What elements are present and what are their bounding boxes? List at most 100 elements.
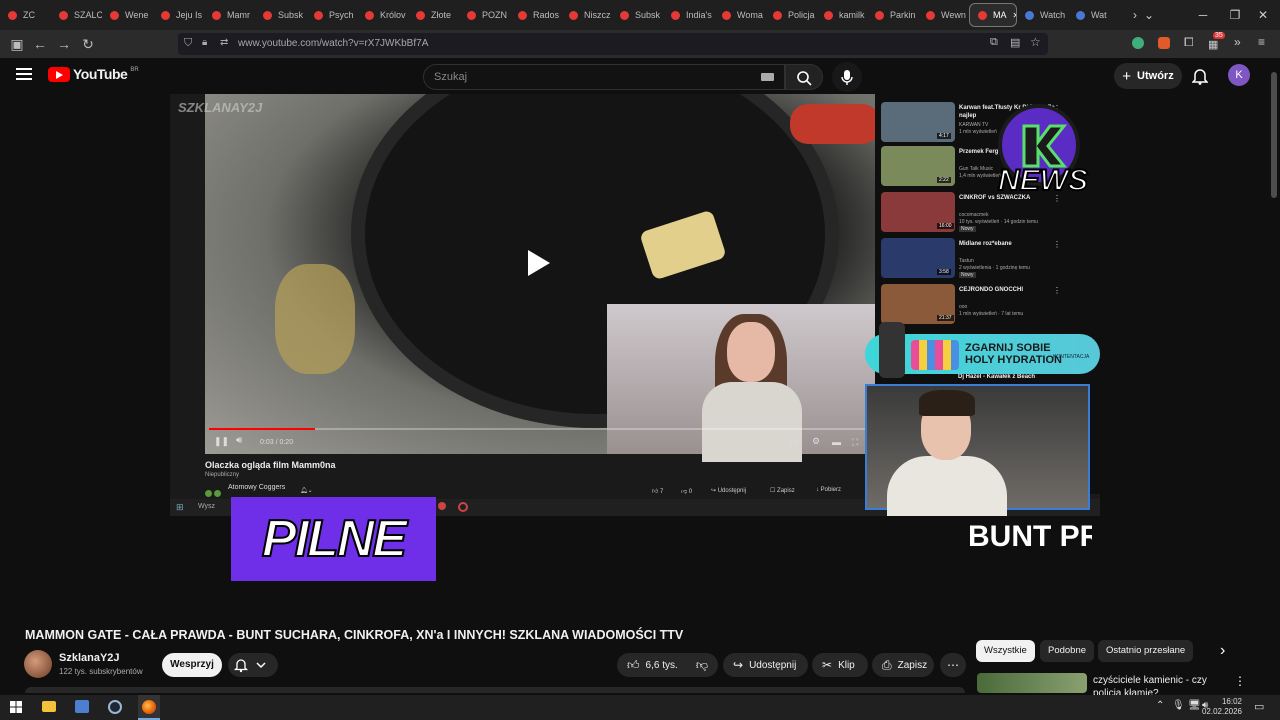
browser-tab[interactable]: Złote [408, 0, 459, 30]
support-button[interactable]: Wesprzyj [162, 653, 222, 677]
steam-icon[interactable] [108, 700, 122, 714]
video-player[interactable]: SZKLANAY2J ❚❚ 🔊︎ 0:03 / 0:20 ▭ ⚙ ▬ ⛶ Ola… [170, 94, 1100, 516]
recommendation-menu-icon[interactable]: ⋮ [1234, 674, 1246, 688]
sidebar-toggle-icon[interactable]: ▣ [8, 35, 26, 53]
back-button[interactable]: ← [31, 35, 49, 53]
overflow-chevron-icon[interactable]: » [1234, 35, 1241, 49]
browser-tab[interactable]: Królov [357, 0, 408, 30]
play-icon[interactable] [528, 250, 550, 276]
browser-tab[interactable]: Watch [1017, 0, 1068, 30]
browser-tab[interactable]: ZC [0, 0, 51, 30]
pause-icon[interactable]: ❚❚ [214, 436, 229, 447]
clock-date: 02.02.2026 [1201, 707, 1242, 716]
app-menu-icon[interactable]: ≡ [1258, 35, 1265, 49]
browser-tab[interactable]: Wewn [918, 0, 969, 30]
settings-gear-icon[interactable]: ⚙ [812, 436, 820, 447]
address-bar[interactable]: ⛉ 🔒︎ ⇄ www.youtube.com/watch?v=rX7JWKbBf… [178, 33, 1048, 55]
subtitles-icon[interactable]: ▭ [790, 437, 799, 448]
browser-tab[interactable]: Mamr [204, 0, 255, 30]
network-icon[interactable]: 🖥︎ [1188, 700, 1201, 711]
browser-tab-label: Psych [329, 10, 354, 20]
notifications-bell-icon[interactable] [1192, 67, 1208, 85]
extension-shield-icon[interactable] [1132, 37, 1144, 49]
save-button[interactable]: ⎙ Zapisz [872, 653, 934, 677]
share-button[interactable]: ↪ Udostępnij [723, 653, 808, 677]
dislike-button[interactable]: 👎︎ [686, 653, 718, 677]
firefox-icon [142, 700, 156, 714]
filter-chip[interactable]: Podobne [1040, 640, 1095, 662]
lock-icon[interactable]: 🔒︎ [202, 37, 207, 48]
notification-center-icon[interactable]: ▭ [1254, 700, 1264, 713]
time-display: 0:03 / 0:20 [260, 439, 294, 446]
browser-tab[interactable]: Woma [714, 0, 765, 30]
inner-rec-menu-icon: ⋮ [1053, 240, 1061, 249]
close-window-button[interactable]: ✕ [1246, 0, 1280, 30]
browser-tab[interactable]: Psych [306, 0, 357, 30]
browser-tab[interactable]: Wat [1068, 0, 1119, 30]
recommendation-thumbnail[interactable] [977, 673, 1087, 693]
microphone-tray-icon[interactable]: 🎙︎ [1172, 700, 1185, 711]
youtube-icon [773, 10, 782, 20]
extension-badge-icon[interactable]: ▦ 35 [1208, 32, 1225, 51]
clip-button[interactable]: ✂ Klip [812, 653, 868, 677]
share-label: Udostępnij [749, 659, 797, 671]
channel-avatar[interactable] [24, 650, 52, 678]
bookmark-star-icon[interactable]: ☆ [1030, 35, 1041, 49]
forward-button[interactable]: → [55, 35, 73, 53]
hamburger-menu-icon[interactable] [16, 68, 32, 80]
keyboard-icon[interactable] [761, 73, 774, 81]
chips-next-icon[interactable]: › [1220, 642, 1225, 660]
user-avatar[interactable]: K [1228, 64, 1250, 86]
filter-chip[interactable]: Wszystkie [976, 640, 1035, 662]
minimize-button[interactable]: ─ [1186, 0, 1220, 30]
create-button[interactable]: + Utwórz [1114, 63, 1182, 89]
browser-tab[interactable]: India's [663, 0, 714, 30]
picture-in-picture-icon[interactable]: ⧉ [990, 36, 998, 49]
firefox-taskbar-button[interactable] [138, 695, 160, 720]
start-button-icon[interactable] [10, 701, 22, 713]
app-icon[interactable] [75, 700, 89, 713]
browser-tab-label: Subsk [278, 10, 304, 20]
browser-tab[interactable]: Wene [102, 0, 153, 30]
system-clock[interactable]: 16:02 02.02.2026 [1202, 697, 1242, 717]
volume-icon[interactable]: 🔊︎ [236, 435, 242, 446]
browser-tab[interactable]: SZALC [51, 0, 102, 30]
channel-name[interactable]: SzklanaY2J [59, 652, 120, 664]
more-actions-button[interactable]: ⋯ [940, 653, 966, 677]
reload-button[interactable]: ↻ [79, 35, 97, 53]
page-scrollbar[interactable] [1268, 58, 1280, 695]
extension-badge-count: 35 [1213, 32, 1225, 39]
tab-list-chevron-icon[interactable]: ⌄ [1132, 0, 1166, 30]
ad-headline-2: HOLY HYDRATION [965, 354, 1062, 366]
browser-tab[interactable]: Rados [510, 0, 561, 30]
reader-view-icon[interactable]: ▤ [1010, 36, 1020, 49]
browser-tab[interactable]: Jeju Is [153, 0, 204, 30]
youtube-icon [212, 10, 221, 20]
subscription-bell-button[interactable] [228, 653, 278, 677]
tray-chevron-icon[interactable]: ⌃ [1156, 700, 1164, 711]
description-box[interactable] [25, 687, 965, 693]
youtube-logo[interactable]: YouTube BR [48, 66, 139, 82]
filter-chip[interactable]: Ostatnio przesłane [1098, 640, 1194, 662]
search-button[interactable] [785, 64, 823, 90]
fullscreen-icon[interactable]: ⛶ [852, 437, 858, 448]
permissions-icon[interactable]: ⇄ [220, 37, 228, 48]
browser-tab[interactable]: MA✕ [969, 3, 1017, 27]
progress-bar[interactable] [209, 428, 873, 430]
browser-tab[interactable]: Subsk [612, 0, 663, 30]
voice-search-button[interactable] [832, 62, 862, 92]
browser-tab[interactable]: kamilk [816, 0, 867, 30]
browser-tab[interactable]: POZN [459, 0, 510, 30]
browser-tab[interactable]: Subsk [255, 0, 306, 30]
youtube-icon [978, 10, 987, 20]
browser-tab[interactable]: Parkin [867, 0, 918, 30]
extensions-puzzle-icon[interactable]: ⧠ [1184, 35, 1194, 50]
file-explorer-icon[interactable] [42, 701, 56, 712]
scroll-thumb[interactable] [1271, 72, 1277, 198]
theater-mode-icon[interactable]: ▬ [832, 437, 841, 447]
browser-tab[interactable]: Niszcz [561, 0, 612, 30]
search-input[interactable]: Szukaj [423, 64, 785, 90]
browser-tab[interactable]: Policja [765, 0, 816, 30]
extension-fox-icon[interactable] [1158, 37, 1170, 49]
inner-rec-channel: cocomacmek [959, 212, 989, 218]
